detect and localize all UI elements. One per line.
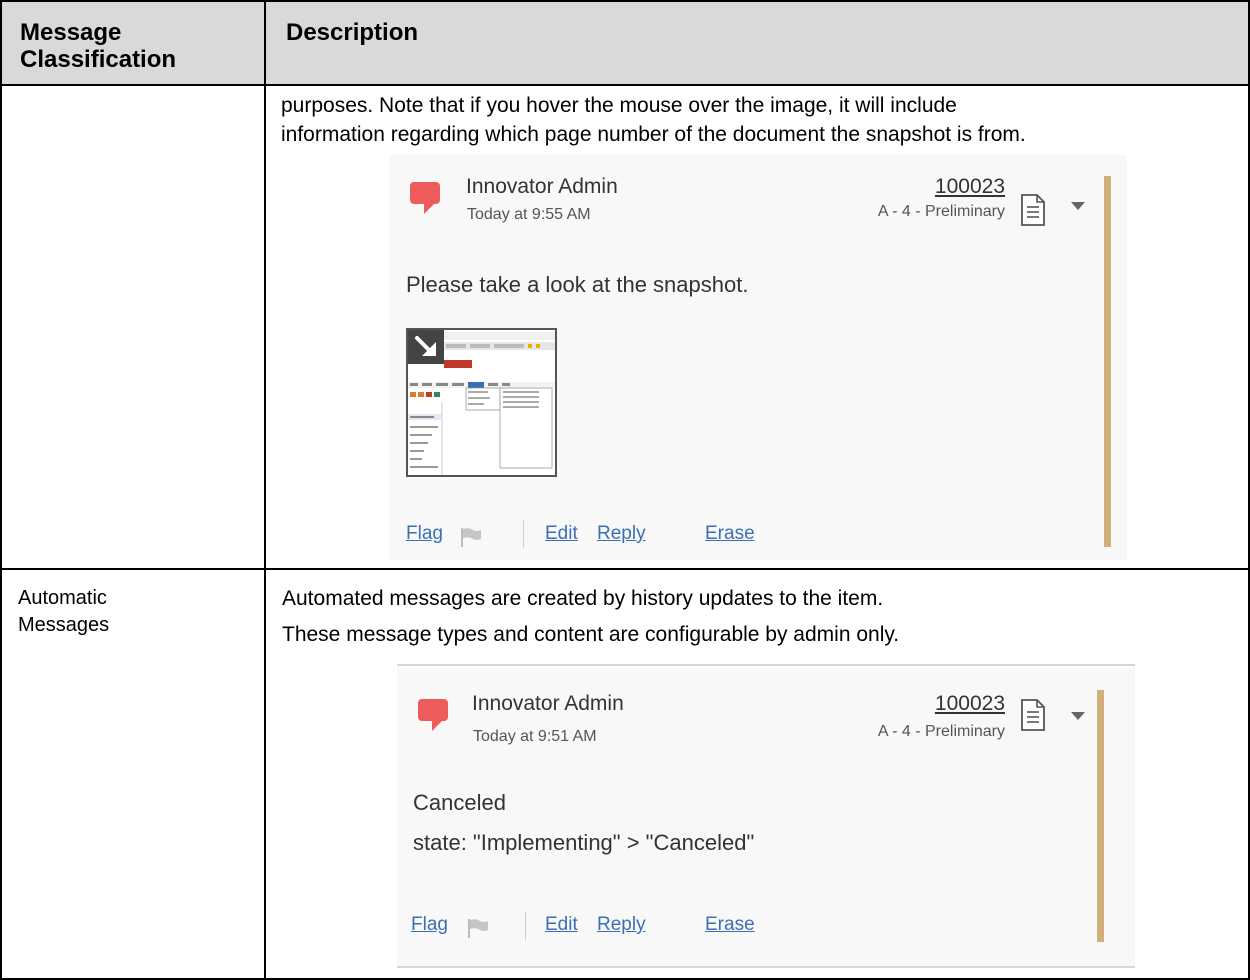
flag-link[interactable]: Flag [411, 914, 448, 936]
dropdown-caret-icon[interactable] [1071, 712, 1085, 720]
message-accent-bar [1104, 176, 1111, 547]
flag-link[interactable]: Flag [406, 523, 443, 545]
erase-link[interactable]: Erase [705, 523, 755, 545]
document-icon[interactable] [1020, 699, 1046, 731]
chat-bubble-icon [418, 699, 448, 731]
snapshot-thumbnail[interactable] [406, 328, 557, 477]
header-description: Description [286, 19, 419, 46]
border-col-divider [264, 0, 266, 980]
message-divider-top [397, 664, 1135, 666]
border-header-bottom [0, 84, 1250, 86]
message-time: Today at 9:51 AM [473, 728, 597, 745]
action-separator [525, 912, 526, 940]
item-state: A - 4 - Preliminary [877, 203, 1005, 220]
row2-classification-line2: Messages [18, 614, 110, 636]
reply-link[interactable]: Reply [597, 523, 646, 545]
erase-link[interactable]: Erase [705, 914, 755, 936]
header-classification-line2: Classification [20, 46, 177, 73]
message-text-line2: state: "Implementing" > "Canceled" [413, 830, 755, 855]
message-time: Today at 9:55 AM [467, 206, 591, 223]
message-text-line1: Canceled [413, 790, 506, 815]
message-author: Innovator Admin [466, 175, 618, 198]
reply-link[interactable]: Reply [597, 914, 646, 936]
border-left [0, 0, 2, 980]
row1-description-line1: purposes. Note that if you hover the mou… [281, 94, 957, 117]
document-icon[interactable] [1020, 194, 1046, 226]
classification-table: Message Classification Description purpo… [0, 0, 1250, 980]
flag-icon[interactable] [467, 918, 489, 938]
message-text: Please take a look at the snapshot. [406, 272, 749, 297]
action-separator [523, 520, 524, 548]
table-header [0, 0, 1250, 84]
edit-link[interactable]: Edit [545, 523, 578, 545]
chat-bubble-icon [410, 182, 440, 214]
header-classification-line1: Message [20, 19, 122, 46]
edit-link[interactable]: Edit [545, 914, 578, 936]
flag-icon[interactable] [460, 527, 482, 547]
item-number-link[interactable]: 100023 [880, 175, 1005, 199]
dropdown-caret-icon[interactable] [1071, 202, 1085, 210]
message-divider-bottom [397, 966, 1135, 968]
row2-description-line2: These message types and content are conf… [282, 623, 900, 646]
message-accent-bar [1097, 690, 1104, 942]
item-number-link[interactable]: 100023 [880, 692, 1005, 716]
row2-description-line1: Automated messages are created by histor… [282, 587, 884, 610]
row2-classification-line1: Automatic [18, 587, 107, 609]
row1-description-line2: information regarding which page number … [281, 123, 1026, 146]
border-top [0, 0, 1250, 2]
border-row1-bottom [0, 568, 1250, 570]
message-author: Innovator Admin [472, 692, 624, 715]
item-state: A - 4 - Preliminary [877, 723, 1005, 740]
expand-arrow-icon[interactable] [408, 330, 444, 364]
